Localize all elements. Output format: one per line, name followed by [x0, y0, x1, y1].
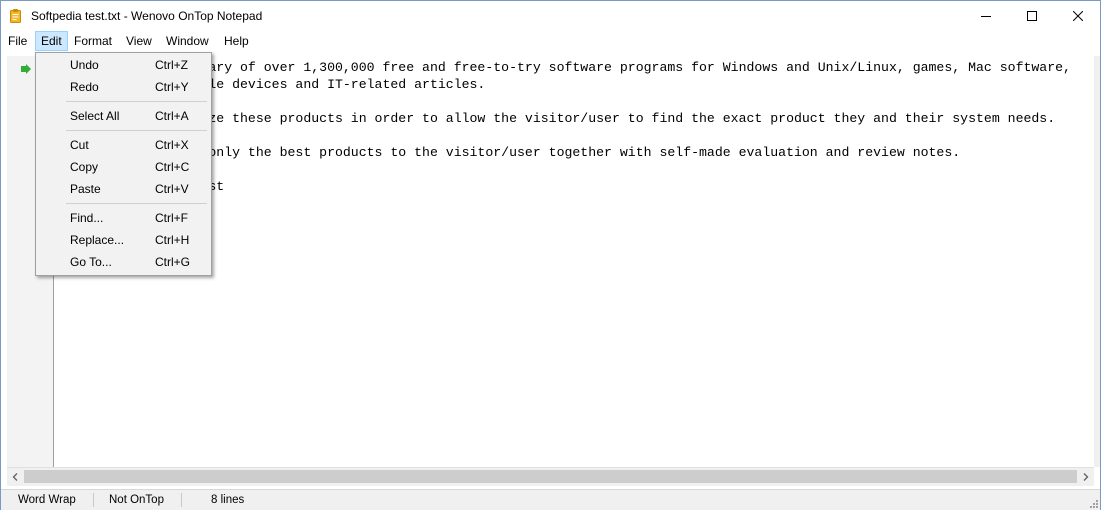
status-bar: Word Wrap Not OnTop 8 lines — [1, 489, 1100, 510]
minimize-icon — [981, 16, 991, 17]
menu-item-redo[interactable]: Redo Ctrl+Y — [38, 76, 209, 98]
vertical-scrollbar[interactable] — [1094, 56, 1100, 467]
menu-item-cut[interactable]: Cut Ctrl+X — [38, 134, 209, 156]
menu-item-label: Cut — [70, 138, 89, 152]
menu-item-label: Undo — [70, 58, 99, 72]
menu-separator — [66, 130, 207, 131]
menu-item-shortcut: Ctrl+H — [155, 233, 190, 247]
menu-view[interactable]: View — [121, 31, 157, 51]
scroll-left-button[interactable] — [7, 468, 24, 486]
notepad-app-icon — [10, 9, 21, 23]
horizontal-scrollbar[interactable] — [7, 467, 1094, 486]
menu-item-shortcut: Ctrl+A — [155, 109, 189, 123]
menu-item-undo[interactable]: Undo Ctrl+Z — [38, 54, 209, 76]
menu-separator — [66, 101, 207, 102]
menu-bar: File Edit Format View Window Help — [1, 31, 1100, 52]
ontop-status[interactable]: Not OnTop — [109, 490, 164, 510]
chevron-right-icon — [1083, 473, 1089, 481]
menu-item-shortcut: Ctrl+G — [155, 255, 191, 269]
menu-format[interactable]: Format — [69, 31, 117, 51]
menu-item-shortcut: Ctrl+C — [155, 160, 190, 174]
menu-item-copy[interactable]: Copy Ctrl+C — [38, 156, 209, 178]
menu-item-label: Select All — [70, 109, 120, 123]
menu-separator — [66, 203, 207, 204]
menu-item-shortcut: Ctrl+X — [155, 138, 189, 152]
menu-item-shortcut: Ctrl+F — [155, 211, 188, 225]
menu-item-shortcut: Ctrl+V — [155, 182, 189, 196]
resize-grip-icon[interactable] — [1088, 498, 1098, 508]
close-button[interactable] — [1055, 1, 1101, 31]
title-bar[interactable]: Softpedia test.txt - Wenovo OnTop Notepa… — [1, 1, 1100, 31]
close-icon — [1073, 11, 1083, 21]
menu-item-select-all[interactable]: Select All Ctrl+A — [38, 105, 209, 127]
app-window: Softpedia test.txt - Wenovo OnTop Notepa… — [0, 0, 1101, 510]
menu-item-label: Paste — [70, 182, 101, 196]
menu-item-shortcut: Ctrl+Y — [155, 80, 189, 94]
menu-item-label: Copy — [70, 160, 99, 174]
scroll-thumb[interactable] — [24, 470, 1077, 483]
menu-item-goto[interactable]: Go To... Ctrl+G — [38, 251, 209, 273]
status-divider — [93, 493, 94, 507]
menu-window[interactable]: Window — [161, 31, 214, 51]
menu-file[interactable]: File — [3, 31, 32, 51]
menu-item-label: Redo — [70, 80, 99, 94]
line-count-status: 8 lines — [211, 494, 245, 506]
menu-item-shortcut: Ctrl+Z — [155, 58, 188, 72]
edit-dropdown-menu: Undo Ctrl+Z Redo Ctrl+Y Select All Ctrl+… — [35, 52, 212, 276]
menu-item-label: Replace... — [70, 233, 125, 247]
minimize-button[interactable] — [963, 1, 1009, 31]
menu-item-replace[interactable]: Replace... Ctrl+H — [38, 229, 209, 251]
window-title: Softpedia test.txt - Wenovo OnTop Notepa… — [31, 9, 263, 23]
word-wrap-status[interactable]: Word Wrap — [18, 490, 76, 510]
menu-edit[interactable]: Edit — [35, 31, 68, 51]
status-divider — [181, 493, 182, 507]
menu-item-find[interactable]: Find... Ctrl+F — [38, 207, 209, 229]
chevron-left-icon — [12, 473, 18, 481]
maximize-button[interactable] — [1009, 1, 1055, 31]
menu-item-label: Find... — [70, 211, 104, 225]
menu-item-label: Go To... — [70, 255, 112, 269]
maximize-icon — [1027, 11, 1037, 21]
menu-help[interactable]: Help — [219, 31, 254, 51]
scroll-right-button[interactable] — [1077, 468, 1094, 486]
menu-item-paste[interactable]: Paste Ctrl+V — [38, 178, 209, 200]
